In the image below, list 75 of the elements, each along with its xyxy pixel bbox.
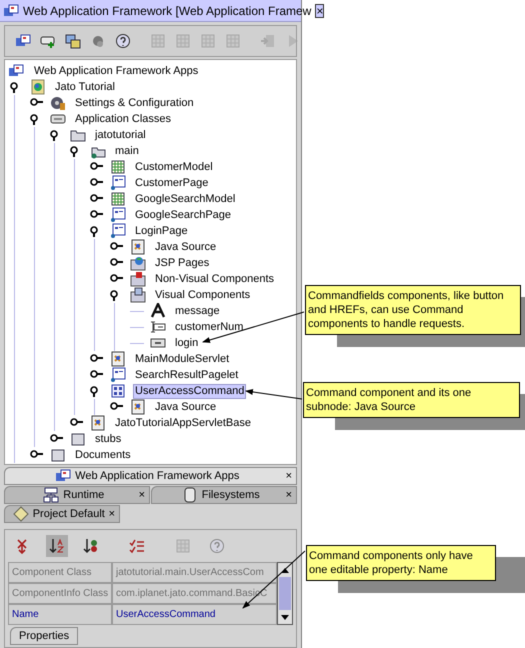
text-icon [150, 303, 166, 319]
explorer-tab[interactable]: Filesystems × [151, 486, 297, 504]
tab-label: Filesystems [202, 488, 260, 503]
tree-item[interactable]: MainModuleServlet [133, 352, 232, 366]
callout-note: Commandfields components, like button and HREFs, can use Command components to handle requests. [305, 285, 521, 335]
tree-item[interactable]: Application Classes [73, 112, 173, 126]
tree-root-label[interactable]: Web Application Framework Apps [34, 62, 198, 80]
folder-closed-icon [70, 431, 86, 447]
tree-item[interactable]: UserAccessCommand [133, 384, 246, 398]
callout-note: Command components only have one editable property: Name [306, 545, 496, 581]
field-icon [150, 319, 166, 335]
tab-close-button[interactable]: × [108, 506, 115, 522]
properties-tab[interactable]: Properties [10, 627, 78, 645]
tree-item[interactable]: JatoTutorialAppServletBase [113, 416, 253, 430]
tree-item[interactable]: CustomerPage [133, 176, 210, 190]
tree-item[interactable]: CustomerModel [133, 160, 215, 174]
sort-az-icon [49, 538, 65, 554]
tree-item[interactable]: LoginPage [133, 224, 190, 238]
tab-label: Project Default [32, 506, 105, 522]
tree-item[interactable]: Non-Visual Components [153, 272, 276, 286]
tree-item[interactable]: customerNum [173, 320, 246, 334]
page-icon [110, 223, 126, 239]
diamond-icon [12, 506, 29, 522]
toolbar-button[interactable] [65, 33, 81, 49]
explorer-tab[interactable]: Project Default × [4, 505, 120, 523]
help-icon [115, 33, 131, 49]
folder-closed-icon [50, 447, 66, 463]
explorer-tab[interactable]: Web Application Framework Apps × [4, 467, 297, 485]
property-name: ComponentInfo Class [8, 583, 112, 604]
sort-type-icon [83, 538, 99, 554]
tree-item[interactable]: Documents [73, 448, 133, 462]
tree-item[interactable]: Java Source [153, 400, 218, 414]
grid-icon [225, 33, 241, 49]
grid-icon [175, 33, 191, 49]
tree-item[interactable]: login [173, 336, 200, 350]
property-name: Component Class [8, 562, 112, 583]
tree-item[interactable]: Jato Tutorial [53, 80, 117, 94]
arrow [245, 389, 302, 400]
tree-item[interactable]: Settings & Configuration [73, 96, 196, 110]
settings-icon [50, 95, 66, 111]
tree-item[interactable]: stubs [93, 432, 124, 446]
tree-item[interactable]: GoogleSearchPage [133, 208, 234, 222]
page-icon [110, 175, 126, 191]
tab-label: Runtime [63, 488, 104, 503]
close-button[interactable]: × [315, 4, 324, 18]
toolbar-button[interactable] [115, 33, 131, 49]
down-arrow-icon[interactable] [281, 614, 289, 620]
grid-icon [200, 33, 216, 49]
property-value[interactable]: UserAccessCommand [112, 604, 277, 625]
help-icon [209, 538, 225, 554]
scrollbar[interactable] [277, 562, 293, 625]
grid-icon [175, 538, 191, 554]
tree-item[interactable]: jatotutorial [93, 128, 148, 142]
tree-item[interactable]: JSP Pages [153, 256, 212, 270]
tab-close-button[interactable]: × [138, 486, 145, 504]
explorer-tab[interactable]: Runtime × [4, 486, 150, 504]
property-name: Name [8, 604, 112, 625]
link-icon [65, 33, 81, 49]
tree-item[interactable]: Java Source [153, 240, 218, 254]
property-value: jatotutorial.main.UserAccessCom [112, 562, 277, 583]
tree-item[interactable]: main [113, 144, 141, 158]
tab-label: Web Application Framework Apps [75, 468, 240, 484]
callout-note: Command component and its one subnode: Java Source [303, 382, 520, 418]
up-arrow-icon[interactable] [281, 568, 289, 572]
tab-close-button[interactable]: × [286, 468, 292, 484]
tree-item[interactable]: GoogleSearchModel [133, 192, 238, 206]
tree-item[interactable]: Visual Components [153, 288, 252, 302]
window-title: Web Application Framework [Web Application Framew [23, 2, 312, 20]
checklist-icon [129, 538, 145, 554]
tree-item[interactable]: SearchResultPagelet [133, 368, 240, 382]
properties-toolbar-button[interactable] [46, 535, 68, 557]
tree-item[interactable]: message [173, 304, 222, 318]
tab-close-button[interactable]: × [286, 486, 292, 504]
page-icon [110, 207, 126, 223]
grid-icon [150, 33, 166, 49]
